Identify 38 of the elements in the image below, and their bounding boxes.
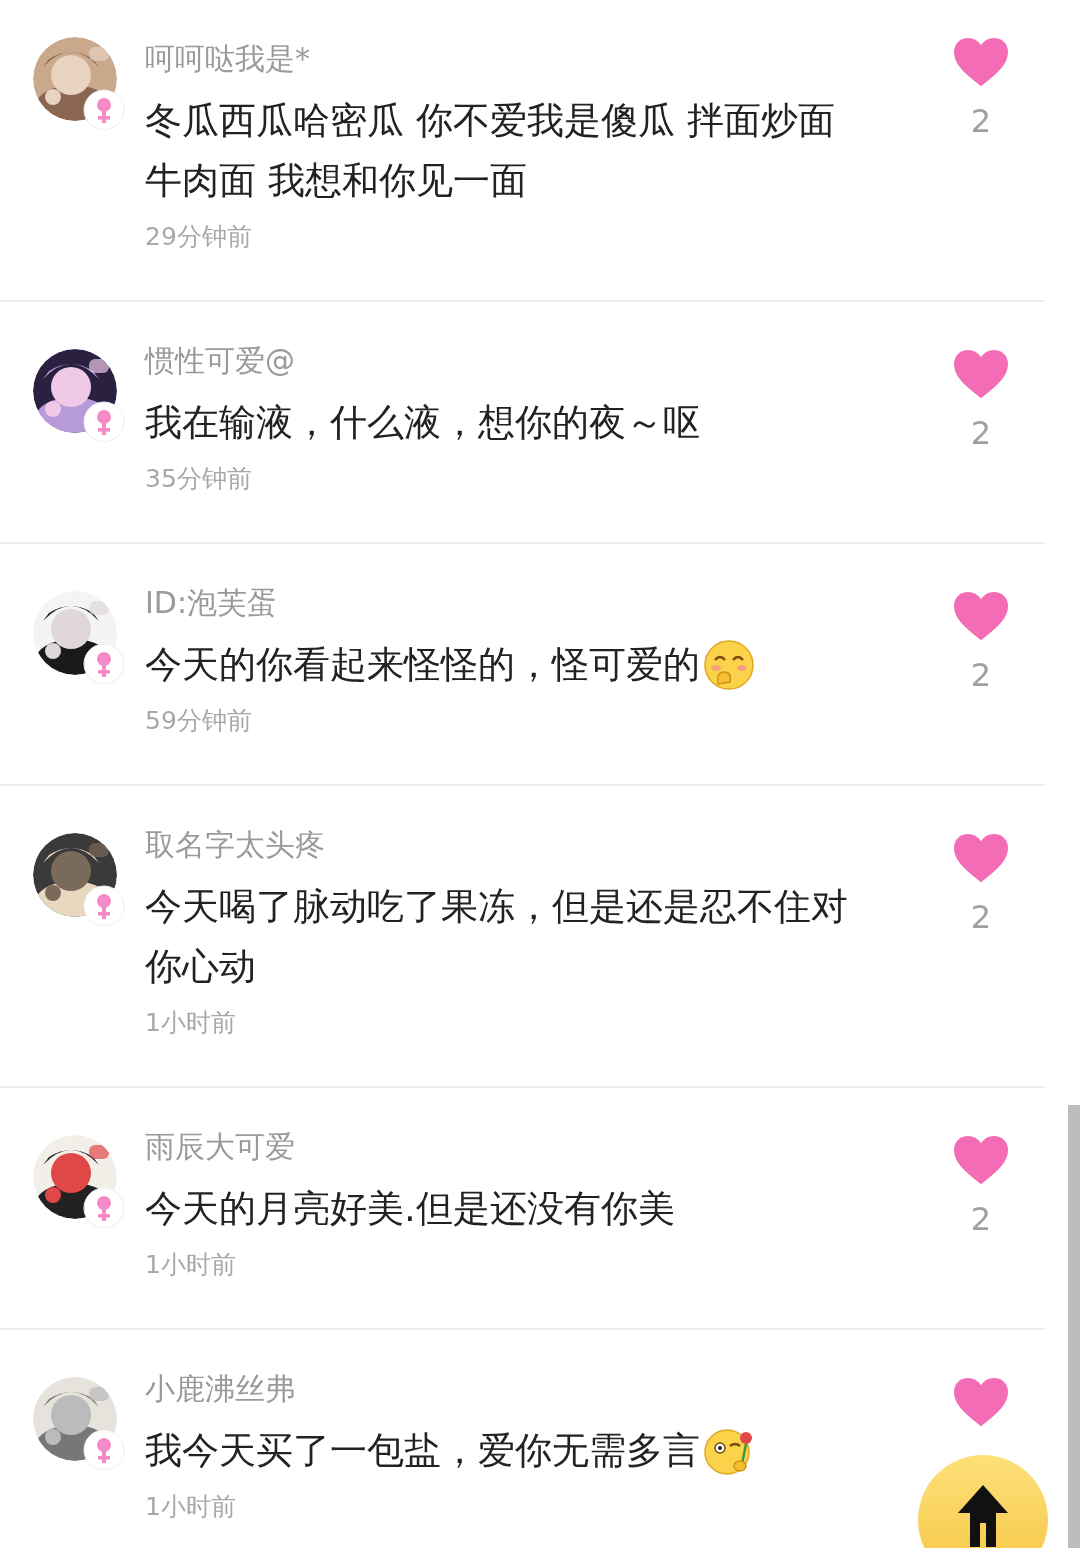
female-icon [83,1429,125,1471]
heart-icon[interactable] [953,1135,1009,1185]
heart-icon[interactable] [953,37,1009,87]
comment-text: 今天喝了脉动吃了果冻，但是还是忍不住对你心动 [145,884,849,990]
username[interactable]: 小鹿沸丝弗 [145,1367,295,1411]
scrollbar[interactable] [1068,1105,1080,1548]
comment-text: 冬瓜西瓜哈密瓜 你不爱我是傻瓜 拌面炒面牛肉面 我想和你见一面 [145,98,836,204]
comment-text: 今天的你看起来怪怪的，怪可爱的 [145,642,700,688]
arrow-up-icon [956,1483,1010,1548]
comment-text: 我今天买了一包盐，爱你无需多言 [145,1428,700,1474]
username[interactable]: 惯性可爱@ [145,339,295,383]
comment-time: 1小时前 [145,1491,236,1523]
emoji-icon [702,638,756,692]
like-count: 2 [970,897,992,938]
username[interactable]: 雨辰大可爱 [145,1125,295,1169]
female-icon [83,401,125,443]
comment-text: 我在输液，什么液，想你的夜～呕 [145,400,700,446]
comment-time: 29分钟前 [145,221,252,253]
heart-icon[interactable] [953,591,1009,641]
female-icon [83,1187,125,1229]
like-count: 2 [970,1199,992,1240]
female-icon [83,89,125,131]
username[interactable]: ID:泡芙蛋 [145,581,278,625]
username[interactable]: 呵呵哒我是* [145,37,310,81]
heart-icon[interactable] [953,349,1009,399]
comment-time: 1小时前 [145,1249,236,1281]
like-count: 2 [970,655,992,696]
female-icon [83,885,125,927]
heart-icon[interactable] [953,833,1009,883]
comment-time: 1小时前 [145,1007,236,1039]
comment-text: 今天的月亮好美.但是还没有你美 [145,1186,675,1232]
username[interactable]: 取名字太头疼 [145,823,325,867]
like-count: 2 [970,101,992,142]
comment-time: 35分钟前 [145,463,252,495]
like-count: 2 [970,413,992,454]
comment-time: 59分钟前 [145,705,252,737]
heart-icon[interactable] [953,1377,1009,1427]
female-icon [83,643,125,685]
